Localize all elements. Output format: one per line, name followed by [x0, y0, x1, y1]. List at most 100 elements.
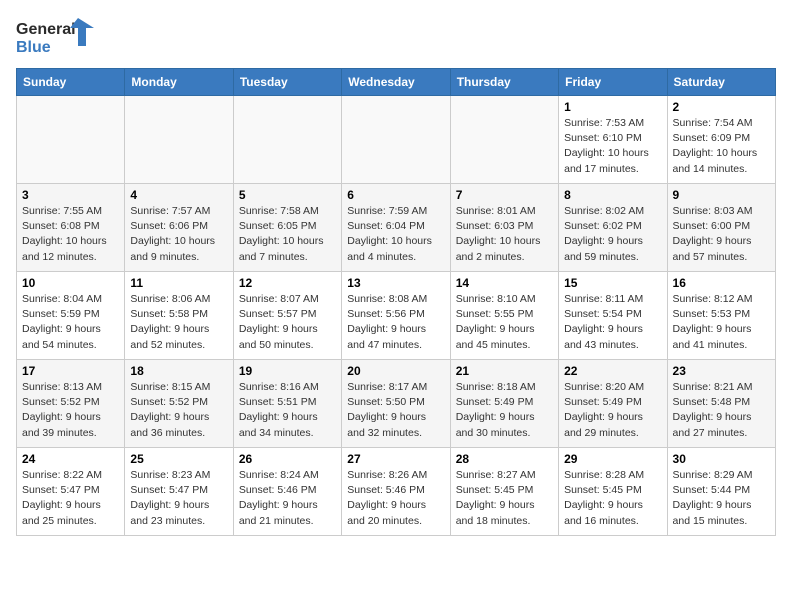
day-number: 21 [456, 364, 553, 378]
day-cell: 2 Sunrise: 7:54 AM Sunset: 6:09 PM Daylig… [667, 96, 775, 184]
day-info: Sunrise: 7:53 AM Sunset: 6:10 PM Dayligh… [564, 116, 661, 177]
day-cell: 22 Sunrise: 8:20 AM Sunset: 5:49 PM Dayli… [559, 360, 667, 448]
day-number: 12 [239, 276, 336, 290]
header-tuesday: Tuesday [233, 69, 341, 96]
svg-text:General: General [16, 21, 76, 38]
day-cell: 9 Sunrise: 8:03 AM Sunset: 6:00 PM Daylig… [667, 184, 775, 272]
day-number: 8 [564, 188, 661, 202]
day-info: Sunrise: 7:55 AM Sunset: 6:08 PM Dayligh… [22, 204, 119, 265]
day-number: 29 [564, 452, 661, 466]
day-cell: 4Sunrise: 7:57 AM Sunset: 6:06 PM Daylig… [125, 184, 233, 272]
day-info: Sunrise: 8:15 AM Sunset: 5:52 PM Dayligh… [130, 380, 227, 441]
day-cell [450, 96, 558, 184]
calendar-table: SundayMondayTuesdayWednesdayThursdayFrid… [16, 68, 776, 536]
header-friday: Friday [559, 69, 667, 96]
day-number: 1 [564, 100, 661, 114]
week-row-4: 24 Sunrise: 8:22 AM Sunset: 5:47 PM Dayli… [17, 448, 776, 536]
day-info: Sunrise: 8:11 AM Sunset: 5:54 PM Dayligh… [564, 292, 661, 353]
svg-text:Blue: Blue [16, 39, 51, 56]
day-info: Sunrise: 8:10 AM Sunset: 5:55 PM Dayligh… [456, 292, 553, 353]
day-info: Sunrise: 8:06 AM Sunset: 5:58 PM Dayligh… [130, 292, 227, 353]
day-info: Sunrise: 8:03 AM Sunset: 6:00 PM Dayligh… [673, 204, 770, 265]
day-info: Sunrise: 8:20 AM Sunset: 5:49 PM Dayligh… [564, 380, 661, 441]
day-info: Sunrise: 8:29 AM Sunset: 5:44 PM Dayligh… [673, 468, 770, 529]
week-row-2: 10Sunrise: 8:04 AM Sunset: 5:59 PM Dayli… [17, 272, 776, 360]
day-cell: 3 Sunrise: 7:55 AM Sunset: 6:08 PM Daylig… [17, 184, 125, 272]
header-thursday: Thursday [450, 69, 558, 96]
logo: GeneralBlue [16, 16, 96, 60]
day-cell: 1 Sunrise: 7:53 AM Sunset: 6:10 PM Daylig… [559, 96, 667, 184]
day-number: 16 [673, 276, 770, 290]
day-number: 2 [673, 100, 770, 114]
day-info: Sunrise: 7:57 AM Sunset: 6:06 PM Dayligh… [130, 204, 227, 265]
day-number: 13 [347, 276, 444, 290]
day-cell: 27 Sunrise: 8:26 AM Sunset: 5:46 PM Dayli… [342, 448, 450, 536]
day-number: 14 [456, 276, 553, 290]
day-cell: 19 Sunrise: 8:16 AM Sunset: 5:51 PM Dayli… [233, 360, 341, 448]
day-number: 5 [239, 188, 336, 202]
day-info: Sunrise: 8:23 AM Sunset: 5:47 PM Dayligh… [130, 468, 227, 529]
day-info: Sunrise: 8:17 AM Sunset: 5:50 PM Dayligh… [347, 380, 444, 441]
day-info: Sunrise: 8:04 AM Sunset: 5:59 PM Dayligh… [22, 292, 119, 353]
day-info: Sunrise: 8:22 AM Sunset: 5:47 PM Dayligh… [22, 468, 119, 529]
header-saturday: Saturday [667, 69, 775, 96]
day-number: 30 [673, 452, 770, 466]
day-info: Sunrise: 8:12 AM Sunset: 5:53 PM Dayligh… [673, 292, 770, 353]
day-cell: 29 Sunrise: 8:28 AM Sunset: 5:45 PM Dayli… [559, 448, 667, 536]
day-cell: 23Sunrise: 8:21 AM Sunset: 5:48 PM Dayli… [667, 360, 775, 448]
day-cell: 12 Sunrise: 8:07 AM Sunset: 5:57 PM Dayli… [233, 272, 341, 360]
day-info: Sunrise: 8:24 AM Sunset: 5:46 PM Dayligh… [239, 468, 336, 529]
day-number: 22 [564, 364, 661, 378]
day-info: Sunrise: 8:08 AM Sunset: 5:56 PM Dayligh… [347, 292, 444, 353]
day-info: Sunrise: 7:54 AM Sunset: 6:09 PM Dayligh… [673, 116, 770, 177]
day-number: 17 [22, 364, 119, 378]
day-info: Sunrise: 8:13 AM Sunset: 5:52 PM Dayligh… [22, 380, 119, 441]
day-cell: 7Sunrise: 8:01 AM Sunset: 6:03 PM Daylig… [450, 184, 558, 272]
header-wednesday: Wednesday [342, 69, 450, 96]
day-info: Sunrise: 8:18 AM Sunset: 5:49 PM Dayligh… [456, 380, 553, 441]
day-number: 27 [347, 452, 444, 466]
day-cell: 18Sunrise: 8:15 AM Sunset: 5:52 PM Dayli… [125, 360, 233, 448]
day-cell: 16 Sunrise: 8:12 AM Sunset: 5:53 PM Dayli… [667, 272, 775, 360]
day-cell: 5 Sunrise: 7:58 AM Sunset: 6:05 PM Daylig… [233, 184, 341, 272]
day-number: 25 [130, 452, 227, 466]
day-number: 3 [22, 188, 119, 202]
day-info: Sunrise: 8:28 AM Sunset: 5:45 PM Dayligh… [564, 468, 661, 529]
day-cell: 24 Sunrise: 8:22 AM Sunset: 5:47 PM Dayli… [17, 448, 125, 536]
day-number: 26 [239, 452, 336, 466]
day-cell: 26 Sunrise: 8:24 AM Sunset: 5:46 PM Dayli… [233, 448, 341, 536]
day-cell: 6 Sunrise: 7:59 AM Sunset: 6:04 PM Daylig… [342, 184, 450, 272]
day-cell: 17 Sunrise: 8:13 AM Sunset: 5:52 PM Dayli… [17, 360, 125, 448]
day-cell: 10Sunrise: 8:04 AM Sunset: 5:59 PM Dayli… [17, 272, 125, 360]
day-number: 20 [347, 364, 444, 378]
day-info: Sunrise: 7:58 AM Sunset: 6:05 PM Dayligh… [239, 204, 336, 265]
day-number: 19 [239, 364, 336, 378]
day-cell: 28Sunrise: 8:27 AM Sunset: 5:45 PM Dayli… [450, 448, 558, 536]
day-info: Sunrise: 8:26 AM Sunset: 5:46 PM Dayligh… [347, 468, 444, 529]
day-cell [125, 96, 233, 184]
header-monday: Monday [125, 69, 233, 96]
day-number: 24 [22, 452, 119, 466]
day-cell: 11Sunrise: 8:06 AM Sunset: 5:58 PM Dayli… [125, 272, 233, 360]
day-info: Sunrise: 8:07 AM Sunset: 5:57 PM Dayligh… [239, 292, 336, 353]
day-cell: 14 Sunrise: 8:10 AM Sunset: 5:55 PM Dayli… [450, 272, 558, 360]
header-sunday: Sunday [17, 69, 125, 96]
day-cell: 13 Sunrise: 8:08 AM Sunset: 5:56 PM Dayli… [342, 272, 450, 360]
day-cell: 25 Sunrise: 8:23 AM Sunset: 5:47 PM Dayli… [125, 448, 233, 536]
day-number: 6 [347, 188, 444, 202]
day-info: Sunrise: 8:02 AM Sunset: 6:02 PM Dayligh… [564, 204, 661, 265]
day-cell: 20 Sunrise: 8:17 AM Sunset: 5:50 PM Dayli… [342, 360, 450, 448]
day-cell: 15Sunrise: 8:11 AM Sunset: 5:54 PM Dayli… [559, 272, 667, 360]
day-cell [233, 96, 341, 184]
day-info: Sunrise: 7:59 AM Sunset: 6:04 PM Dayligh… [347, 204, 444, 265]
logo-svg: GeneralBlue [16, 16, 96, 60]
day-number: 7 [456, 188, 553, 202]
day-number: 28 [456, 452, 553, 466]
week-row-1: 3 Sunrise: 7:55 AM Sunset: 6:08 PM Daylig… [17, 184, 776, 272]
day-cell [342, 96, 450, 184]
day-info: Sunrise: 8:16 AM Sunset: 5:51 PM Dayligh… [239, 380, 336, 441]
week-row-0: 1 Sunrise: 7:53 AM Sunset: 6:10 PM Daylig… [17, 96, 776, 184]
day-cell: 8 Sunrise: 8:02 AM Sunset: 6:02 PM Daylig… [559, 184, 667, 272]
page-header: GeneralBlue [16, 16, 776, 60]
day-number: 9 [673, 188, 770, 202]
